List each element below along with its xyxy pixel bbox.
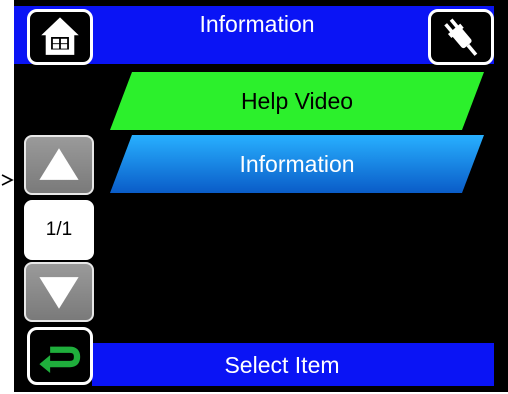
power-button[interactable] — [428, 9, 494, 65]
page-title: Information — [199, 11, 315, 37]
scroll-down-button[interactable] — [24, 262, 94, 322]
menu-item-label: Information — [239, 151, 355, 177]
home-button[interactable] — [27, 9, 93, 65]
back-arrow-icon — [39, 346, 81, 374]
page-indicator: 1/1 — [24, 200, 94, 260]
menu-item-label: Help Video — [240, 88, 354, 114]
home-icon — [41, 17, 79, 55]
arrow-down-icon — [39, 277, 79, 309]
back-button[interactable] — [27, 327, 93, 385]
menu-item-information[interactable]: Information — [110, 135, 484, 193]
scroll-up-button[interactable] — [24, 135, 94, 195]
status-text: Select Item — [224, 352, 340, 378]
menu-item-help-video[interactable]: Help Video — [110, 72, 484, 130]
plug-icon — [444, 18, 478, 56]
arrow-up-icon — [39, 148, 79, 180]
pointer-arrow-icon — [1, 174, 14, 186]
device-frame: Information Help Video Information 1/1 S… — [0, 0, 508, 394]
